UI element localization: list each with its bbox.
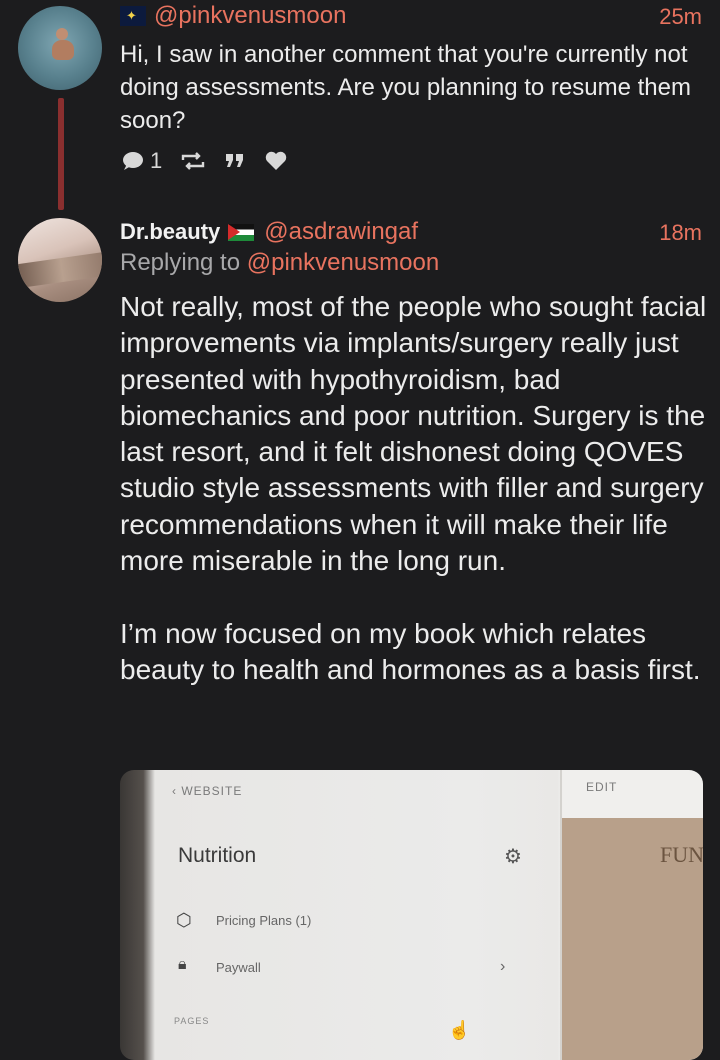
media-item-pricing: Pricing Plans (1) [216,913,312,928]
post2-display-name[interactable]: Dr.beauty [120,219,220,245]
post1-actions: 1 [120,148,288,174]
avatar-figure-head [56,28,68,40]
heart-icon [266,151,287,170]
post1-text: Hi, I saw in another comment that you're… [120,41,691,134]
post2-header: Dr.beauty @asdrawingaf [120,218,418,246]
sparkle-flag-icon [120,6,146,26]
media-edit-label: EDIT [586,780,618,794]
media-title: Nutrition [178,844,257,867]
replying-to: Replying to @pinkvenusmoon [120,249,439,277]
replying-handle[interactable]: @pinkvenusmoon [247,249,439,276]
palestine-flag-icon [228,223,255,241]
media-section-pages: PAGES [174,1016,210,1026]
repost-icon [182,152,205,170]
quote-icon [226,154,244,167]
post1-time: 25m [659,4,702,29]
media-back-link: ‹ WEBSITE [172,784,243,798]
post2-text: Not really, most of the people who sough… [120,291,707,685]
post2-handle[interactable]: @asdrawingaf [264,218,418,246]
post1-handle[interactable]: @pinkvenusmoon [154,2,346,30]
speech-bubble-icon [123,152,143,170]
like-button[interactable] [264,150,288,172]
post1-header: @pinkvenusmoon [120,2,346,30]
media-back-label: WEBSITE [181,784,243,798]
hand-cursor-icon: ☝ [448,1020,471,1040]
avatar-pinkvenusmoon[interactable] [18,6,102,90]
media-right-text: FUN [660,842,703,867]
post2-time: 18m [659,220,702,245]
reply-button[interactable]: 1 [120,148,162,174]
quote-button[interactable] [224,151,246,171]
avatar-figure-body [52,40,74,60]
avatar-hair [18,251,102,289]
media-item-paywall: Paywall [216,960,261,975]
chevron-right-icon: › [500,958,506,975]
thread-line [58,98,64,210]
lock-icon: 🔒︎ [178,956,187,973]
avatar-asdrawingaf[interactable] [18,218,102,302]
repost-button[interactable] [180,151,206,171]
replying-prefix: Replying to [120,249,241,276]
post2-media-image[interactable]: ‹ WEBSITE EDIT Nutrition ⚙ FUN ⬡ Pricing… [120,770,703,1060]
tag-icon: ⬡ [176,910,192,930]
gear-icon: ⚙ [504,846,522,868]
reply-count: 1 [150,148,163,173]
